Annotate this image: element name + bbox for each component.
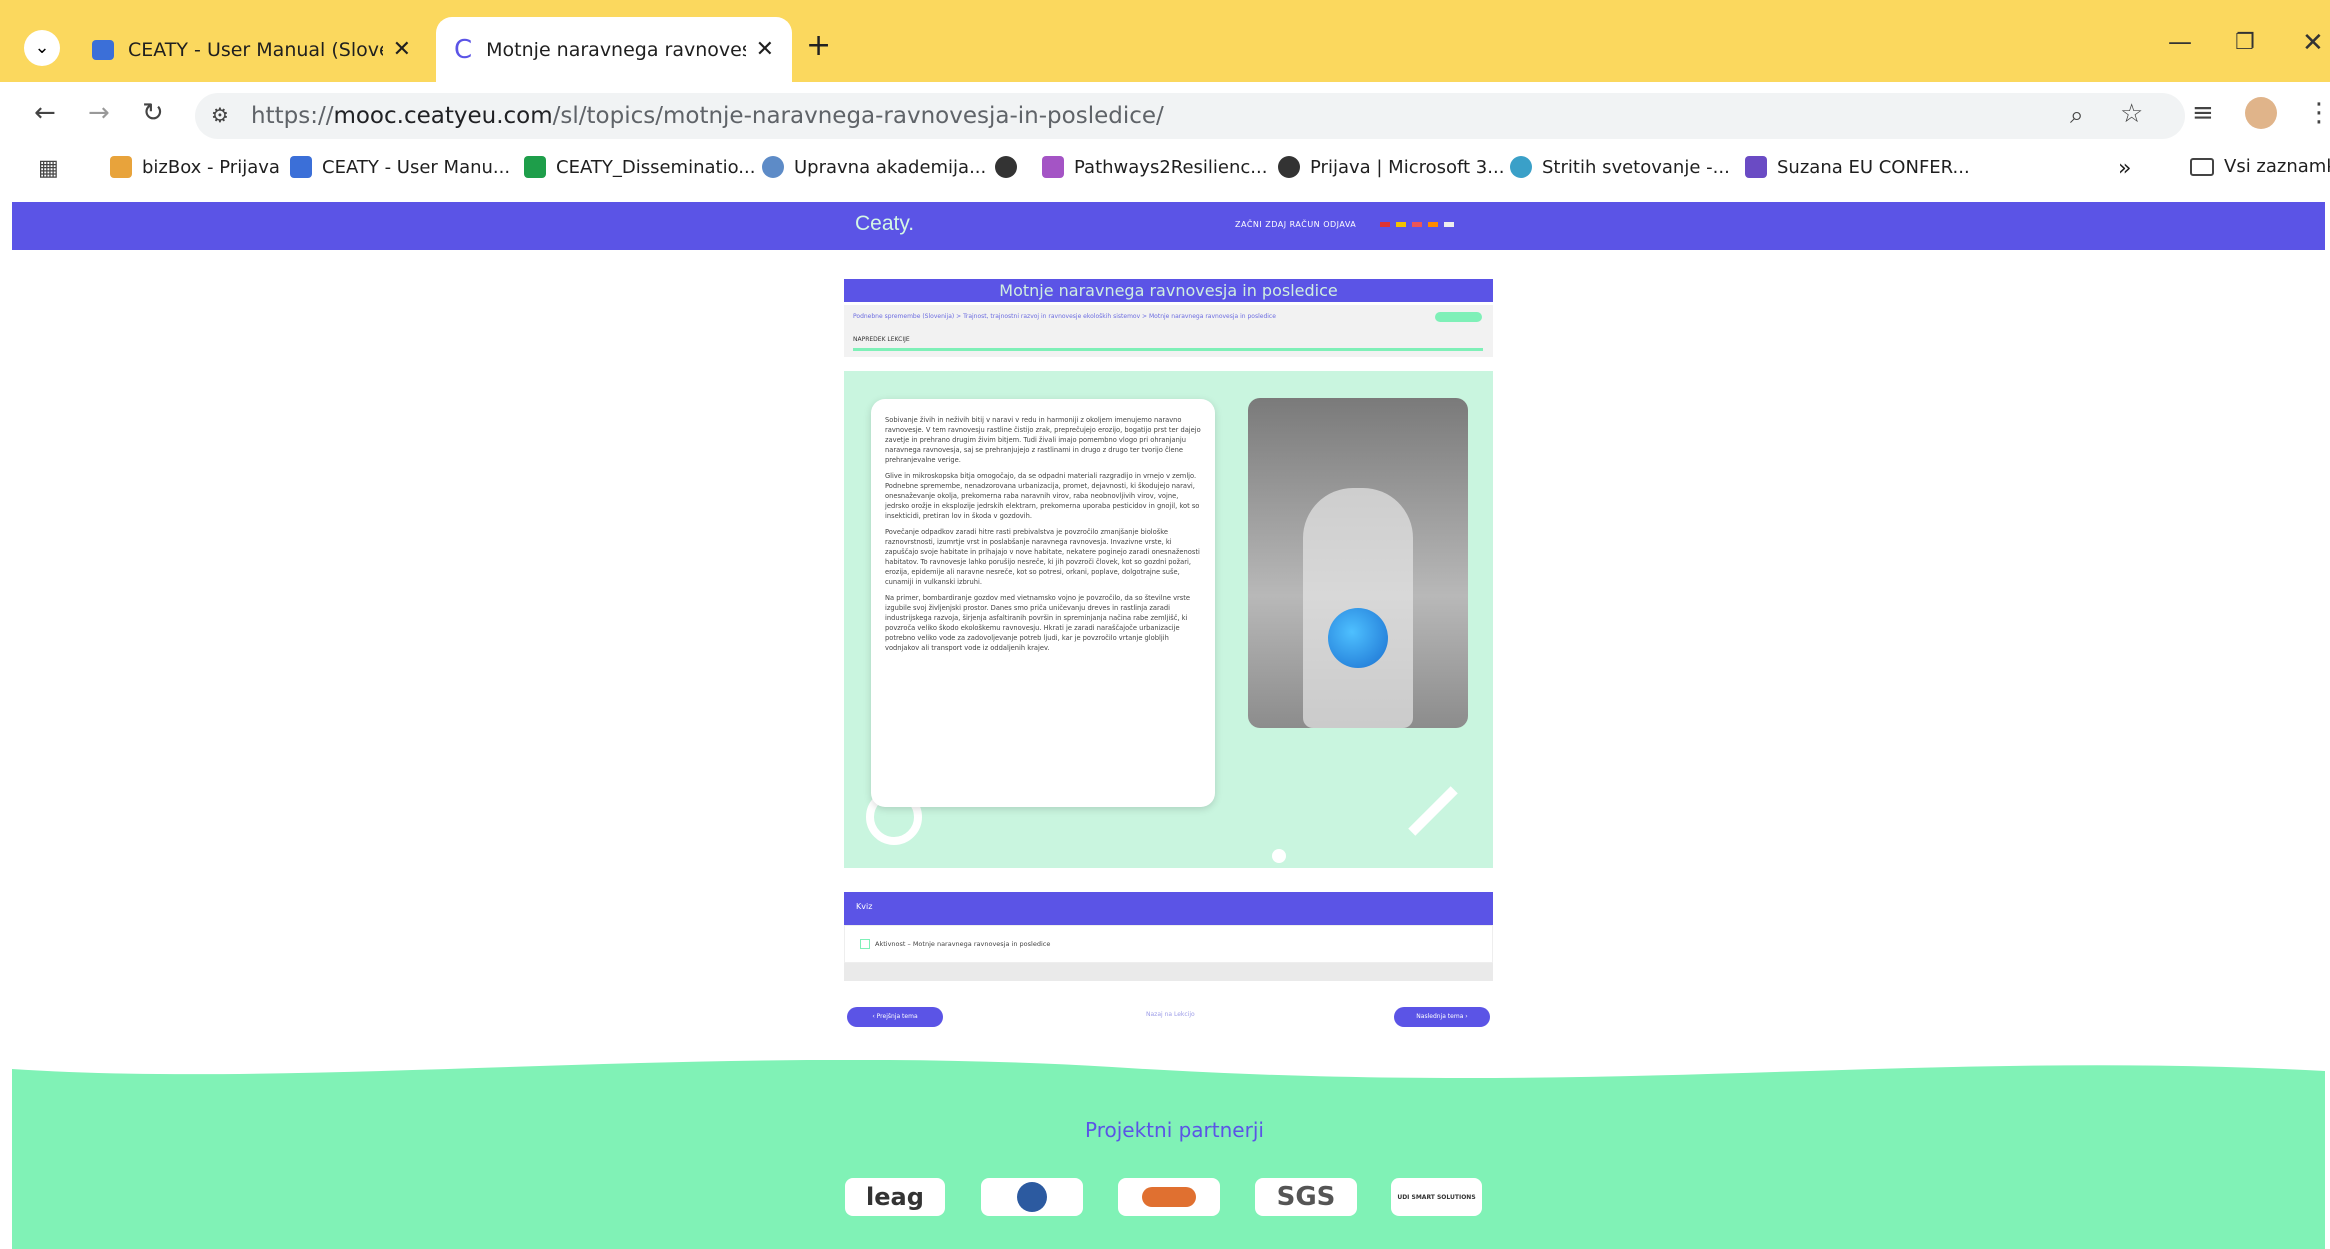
progress-label: NAPREDEK LEKCIJE bbox=[853, 336, 910, 343]
language-flags[interactable] bbox=[1380, 222, 1454, 227]
shield-icon bbox=[762, 156, 784, 178]
flag-icon[interactable] bbox=[1380, 222, 1390, 227]
paragraph: Glive in mikroskopska bitja omogočajo, d… bbox=[885, 472, 1200, 520]
paragraph: Povečanje odpadkov zaradi hitre rasti pr… bbox=[885, 528, 1200, 586]
flag-icon[interactable] bbox=[1428, 222, 1438, 227]
url-text[interactable]: https://mooc.ceatyeu.com/sl/topics/motnj… bbox=[251, 103, 1164, 129]
partner-logo-2[interactable] bbox=[981, 1178, 1083, 1216]
tab-label: CEATY - User Manual (Slovenia) bbox=[128, 38, 383, 61]
all-bookmarks-folder[interactable]: Vsi zaznamki bbox=[2190, 156, 2330, 177]
site-footer bbox=[12, 1059, 2325, 1249]
bookmark-ceaty-dissemination[interactable]: CEATY_Disseminatio... bbox=[524, 156, 755, 178]
bookmark-suzana-eu-confer[interactable]: Suzana EU CONFER... bbox=[1745, 156, 1970, 178]
lesson-image bbox=[1248, 398, 1468, 728]
emblem-icon bbox=[1017, 1182, 1047, 1212]
menu-icon[interactable]: ⋮ bbox=[2306, 98, 2330, 128]
previous-topic-button[interactable]: ‹ Prejšnja tema bbox=[847, 1007, 943, 1027]
reload-icon[interactable]: ↻ bbox=[142, 98, 164, 128]
site-top-nav[interactable]: ZAČNI ZDAJ RAČUN ODJAVA bbox=[1235, 220, 1356, 229]
partner-logo-3[interactable] bbox=[1118, 1178, 1220, 1216]
bookmark-stritih-svetovanje[interactable]: Stritih svetovanje -... bbox=[1510, 156, 1730, 178]
folder-icon bbox=[2190, 157, 2214, 176]
partner-logo-sgs[interactable]: SGS bbox=[1255, 1178, 1357, 1216]
zoom-icon[interactable]: ⌕ bbox=[2070, 101, 2083, 129]
site-logo[interactable]: Ceaty. bbox=[855, 212, 914, 236]
leaf-icon bbox=[1510, 156, 1532, 178]
star-icon[interactable]: ☆ bbox=[2120, 99, 2143, 129]
bookmark-bizbox[interactable]: bizBox - Prijava bbox=[110, 156, 280, 178]
bookmark-ceaty-user-manual[interactable]: CEATY - User Manu... bbox=[290, 156, 510, 178]
globe-icon bbox=[995, 156, 1017, 178]
bookmark-upravna-akademija[interactable]: Upravna akademija... bbox=[762, 156, 986, 178]
form-icon bbox=[1745, 156, 1767, 178]
partner-logo-leag[interactable]: leag bbox=[845, 1178, 945, 1216]
tab-search-button[interactable]: ⌄ bbox=[24, 30, 60, 66]
partners-title: Projektni partnerji bbox=[1085, 1118, 1264, 1142]
sheets-icon bbox=[524, 156, 546, 178]
breadcrumb[interactable]: Podnebne spremembe (Slovenija) > Trajnos… bbox=[853, 313, 1276, 320]
printer-icon bbox=[290, 156, 312, 178]
tab-ceaty-user-manual[interactable]: CEATY - User Manual (Slovenia) ✕ bbox=[74, 17, 429, 82]
bookmarks-overflow-icon[interactable]: » bbox=[2118, 156, 2131, 181]
back-to-lesson-link[interactable]: Nazaj na Lekcijo bbox=[1146, 1011, 1195, 1018]
quiz-footer bbox=[844, 963, 1493, 981]
globe-icon bbox=[1328, 608, 1388, 668]
restore-icon[interactable]: ❐ bbox=[2235, 30, 2255, 55]
printer-icon bbox=[92, 39, 114, 60]
site-header bbox=[12, 202, 2325, 250]
status-badge bbox=[1435, 312, 1482, 322]
decorative-circle bbox=[1272, 849, 1286, 863]
forward-arrow-icon[interactable]: → bbox=[88, 98, 110, 128]
footer-wave bbox=[12, 1059, 2325, 1079]
lesson-title: Motnje naravnega ravnovesja in posledice bbox=[844, 279, 1493, 302]
ceaty-favicon-icon: C bbox=[454, 34, 473, 65]
apps-grid-icon[interactable]: ▦ bbox=[38, 156, 59, 181]
next-topic-button[interactable]: Naslednja tema › bbox=[1394, 1007, 1490, 1027]
flag-icon[interactable] bbox=[1396, 222, 1406, 227]
box-icon bbox=[110, 156, 132, 178]
tab-label: Motnje naravnega ravnovesja in posledice bbox=[486, 38, 745, 61]
partner-logo-udi[interactable]: UDI SMART SOLUTIONS bbox=[1391, 1178, 1482, 1216]
pathways-icon bbox=[1042, 156, 1064, 178]
flag-icon[interactable] bbox=[1444, 222, 1454, 227]
site-settings-icon[interactable]: ⚙ bbox=[211, 103, 229, 127]
paragraph: Na primer, bombardiranje gozdov med viet… bbox=[885, 594, 1190, 652]
avatar[interactable] bbox=[2245, 97, 2277, 129]
close-window-icon[interactable]: ✕ bbox=[2302, 28, 2324, 58]
back-arrow-icon[interactable]: ← bbox=[34, 98, 56, 128]
bookmark-pathways2resilience[interactable]: Pathways2Resilienc... bbox=[1042, 156, 1267, 178]
minimize-icon[interactable]: — bbox=[2168, 28, 2192, 56]
flag-icon[interactable] bbox=[1412, 222, 1422, 227]
new-tab-button[interactable]: + bbox=[806, 28, 831, 63]
paragraph: Sobivanje živih in neživih bitij v narav… bbox=[885, 416, 1201, 464]
close-icon[interactable]: ✕ bbox=[393, 37, 411, 62]
globe-icon bbox=[1278, 156, 1300, 178]
tab-motnje-naravnega[interactable]: C Motnje naravnega ravnovesja in posledi… bbox=[436, 17, 792, 82]
media-control-icon[interactable]: ≡ bbox=[2192, 98, 2214, 128]
decorative-bar bbox=[1408, 786, 1458, 836]
lesson-progress-bar bbox=[853, 348, 1483, 351]
emblem-icon bbox=[1142, 1187, 1196, 1207]
address-bar[interactable]: ⚙ https://mooc.ceatyeu.com/sl/topics/mot… bbox=[195, 93, 2185, 139]
bookmark-globe[interactable] bbox=[995, 156, 1027, 178]
bookmark-prijava-microsoft[interactable]: Prijava | Microsoft 3... bbox=[1278, 156, 1504, 178]
close-icon[interactable]: ✕ bbox=[756, 37, 774, 62]
checkbox-icon[interactable] bbox=[860, 939, 870, 949]
lesson-text: Sobivanje živih in neživih bitij v narav… bbox=[885, 415, 1203, 659]
quiz-header: Kviz bbox=[844, 892, 1493, 925]
quiz-item-link[interactable]: Aktivnost – Motnje naravnega ravnovesja … bbox=[875, 940, 1050, 948]
